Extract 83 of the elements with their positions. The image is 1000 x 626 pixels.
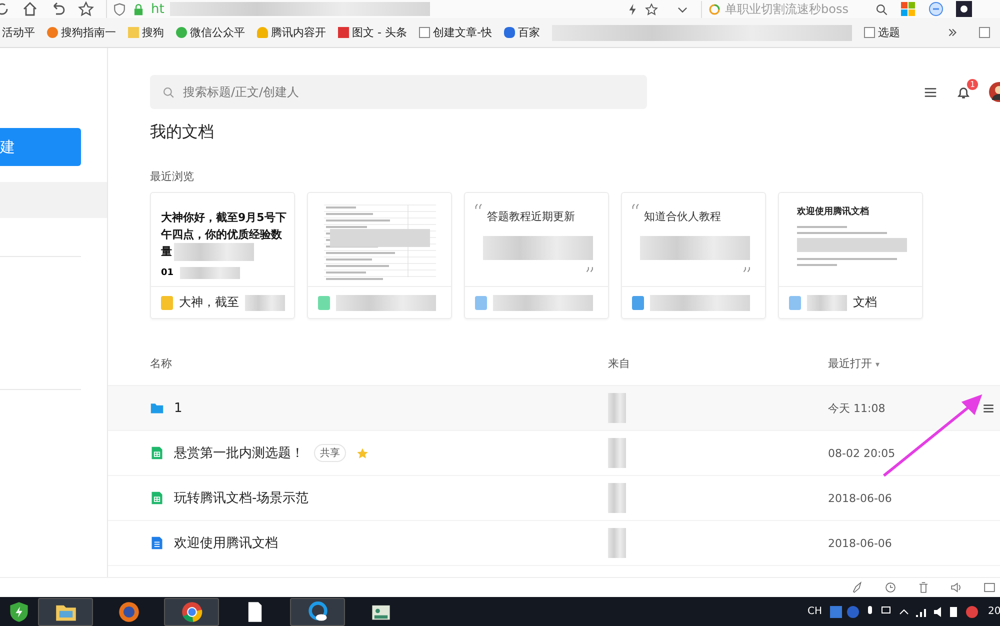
trash-icon[interactable] <box>917 581 930 594</box>
browser-icon[interactable] <box>118 600 140 622</box>
bookmark-item[interactable]: 微信公众平 <box>176 25 245 40</box>
document-name: 大神，截至 <box>179 294 239 311</box>
taskbar-button[interactable] <box>290 598 345 626</box>
star-icon[interactable] <box>78 1 94 17</box>
document-card[interactable]: 欢迎使用腾讯文档 文档 <box>778 192 923 319</box>
bell-icon[interactable] <box>956 84 971 100</box>
ring-logo-icon <box>708 2 721 16</box>
blurred-area <box>608 528 626 558</box>
blurred-area <box>807 294 847 310</box>
file-row[interactable]: 悬赏第一批内测选题！ 共享 08-02 20:05 <box>108 431 1000 476</box>
section-label: 最近浏览 <box>150 169 194 184</box>
blurred-area <box>245 294 285 310</box>
chrome-icon <box>180 600 202 622</box>
preview-text: 大神你好，截至9月5号下 <box>161 210 286 225</box>
file-name[interactable]: 欢迎使用腾讯文档 <box>174 534 278 552</box>
taskbar-button[interactable] <box>164 598 219 626</box>
notification-badge: 1 <box>967 78 978 90</box>
bookmark-item[interactable]: 腾讯内容开 <box>257 25 326 40</box>
bookmark-item[interactable]: 选题 <box>864 25 900 40</box>
document-card[interactable]: 答题教程近期更新 <box>464 192 609 319</box>
tray-icons-drawing[interactable] <box>830 604 980 620</box>
blurred-area <box>180 266 240 278</box>
sort-header[interactable]: 最近打开 ▾ <box>828 356 880 370</box>
taskbar-button[interactable] <box>38 598 93 626</box>
bookmark-item[interactable]: 创建文章-快 <box>418 25 492 40</box>
shared-tag: 共享 <box>314 444 346 462</box>
file-row[interactable]: 欢迎使用腾讯文档 2018-06-06 <box>108 521 1000 566</box>
column-header: 名称 <box>150 356 172 370</box>
quote-mark-icon <box>586 266 594 273</box>
language-indicator[interactable]: CH <box>807 606 822 617</box>
minus-circle-icon[interactable] <box>928 1 944 17</box>
opened-time: 2018-06-06 <box>828 492 892 504</box>
preview-text: 欢迎使用腾讯文档 <box>796 205 869 218</box>
home-icon[interactable] <box>22 1 38 17</box>
document-card[interactable]: 大神你好，截至9月5号下 午四点，你的优质经验数 量 01 大神，截至 <box>150 192 295 319</box>
document-card[interactable]: 知道合伙人教程 <box>621 192 766 319</box>
quote-mark-icon <box>632 203 640 210</box>
opened-time: 2018-06-06 <box>828 536 892 550</box>
file-name[interactable]: 1 <box>174 400 182 416</box>
shield-icon[interactable] <box>8 600 30 622</box>
bookmark-item[interactable]: 图文 - 头条 <box>338 25 407 40</box>
speaker-icon[interactable] <box>950 581 963 594</box>
file-row[interactable]: 玩转腾讯文档-场景示范 2018-06-06 <box>108 476 1000 521</box>
blurred-area <box>608 483 626 513</box>
folder-icon <box>150 401 164 415</box>
page-title: 我的文档 <box>150 122 215 143</box>
bookmark-item[interactable]: 百家 <box>504 25 540 40</box>
document-name: 文档 <box>853 294 877 311</box>
opened-time: 08-02 20:05 <box>828 446 896 460</box>
star-icon[interactable] <box>356 446 369 460</box>
preview-text: 答题教程近期更新 <box>487 209 575 224</box>
document-icon <box>150 536 164 550</box>
double-chevron-icon[interactable] <box>946 26 959 39</box>
preview-text: 01 <box>161 268 174 278</box>
bookmark-item[interactable]: 搜狗指南一 <box>47 25 116 40</box>
preview-text: 午四点，你的优质经验数 <box>161 227 282 242</box>
spreadsheet-icon <box>150 491 164 505</box>
bookmark-item[interactable]: 搜狗 <box>128 25 164 40</box>
bookmark-item[interactable]: 活动平 <box>2 25 35 40</box>
preview-text: 量 <box>161 244 172 259</box>
search-icon[interactable] <box>875 2 888 16</box>
lock-icon <box>132 2 145 16</box>
search-field[interactable]: 搜索标题/正文/创建人 <box>150 75 647 109</box>
blurred-area <box>608 393 626 423</box>
blurred-area <box>608 438 626 468</box>
file-name[interactable]: 悬赏第一批内测选题！ <box>174 444 304 462</box>
column-header: 来自 <box>608 356 630 370</box>
quote-mark-icon <box>743 266 751 273</box>
menu-icon[interactable] <box>982 402 995 414</box>
clock: 20 <box>988 606 1000 617</box>
preview-text: 知道合伙人教程 <box>644 209 721 224</box>
page-icon <box>979 27 990 38</box>
window-icon[interactable] <box>983 581 996 594</box>
opened-time: 今天 11:08 <box>828 402 886 414</box>
star-icon[interactable] <box>645 2 658 16</box>
windows-icon[interactable] <box>900 1 916 17</box>
quote-mark-icon <box>475 203 483 210</box>
file-row[interactable]: 1 今天 11:08 <box>108 386 1000 431</box>
clock-icon[interactable] <box>884 581 897 594</box>
spreadsheet-icon <box>150 446 164 460</box>
file-name[interactable]: 玩转腾讯文档-场景示范 <box>174 489 309 507</box>
